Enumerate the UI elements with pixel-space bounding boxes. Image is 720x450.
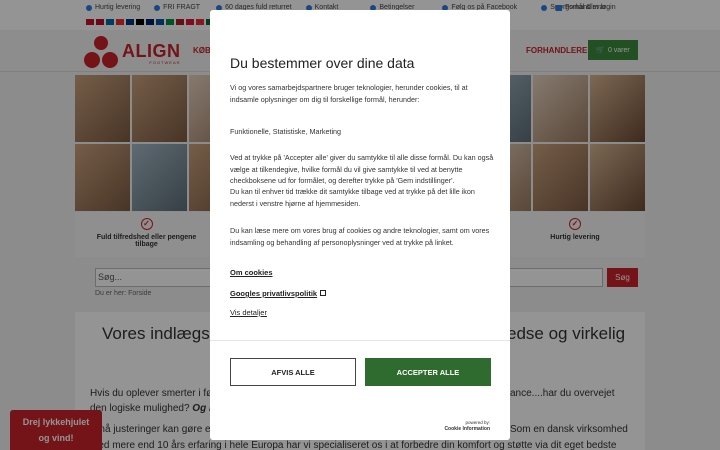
about-cookies-link[interactable]: Om cookies <box>230 268 273 277</box>
dialog-explain-text: Ved at trykke på 'Accepter alle' giver d… <box>230 153 494 185</box>
reject-all-button[interactable]: AFVIS ALLE <box>230 358 356 386</box>
external-link-icon <box>320 290 327 296</box>
dialog-withdraw-text: Du kan til enhver tid trække dit samtykk… <box>230 187 475 208</box>
cookie-consent-dialog: Du bestemmer over dine data Vi og vores … <box>210 10 510 440</box>
show-details-link[interactable]: Vis detaljer <box>230 308 267 317</box>
google-privacy-label: Googles privatlivspolitik <box>230 289 318 298</box>
powered-by[interactable]: powered by: Cookie Information <box>444 420 490 432</box>
dialog-readmore-text: Du kan læse mere om vores brug af cookie… <box>230 226 490 247</box>
powered-by-brand: Cookie Information <box>444 426 490 432</box>
accept-all-button[interactable]: ACCEPTER ALLE <box>365 358 491 386</box>
dialog-intro-text: Vi og vores samarbejdspartnere bruger te… <box>230 83 468 104</box>
google-privacy-link[interactable]: Googles privatlivspolitik <box>230 289 327 298</box>
dialog-purposes-text: Funktionelle, Statistiske, Marketing <box>230 127 342 136</box>
dialog-divider <box>210 340 510 341</box>
dialog-title: Du bestemmer over dine data <box>230 55 415 71</box>
